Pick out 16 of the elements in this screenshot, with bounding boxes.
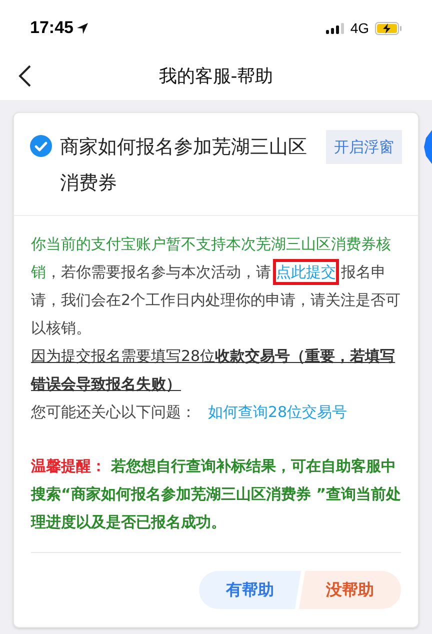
page-title: 我的客服-帮助: [158, 64, 274, 88]
submit-link[interactable]: 点此提交: [273, 259, 339, 285]
related-label: 您可能还关心以下问题：: [31, 402, 196, 423]
helpful-button[interactable]: 有帮助: [199, 571, 301, 609]
network-label: 4G: [350, 18, 369, 38]
floating-service-icon[interactable]: [424, 130, 432, 164]
notice-text: 你当前的支付宝账户暂不支持本次芜湖三山区消费券核销，若你需要报名参与本次活动，请 点此提交 报名申请，我们会在2个工作日内处理你的申请，请关注是否可以核销。: [31, 234, 401, 339]
back-icon[interactable]: [18, 64, 32, 88]
signal-icon: [326, 22, 344, 34]
question-title: 商家如何报名参加芜湖三山区消费券: [60, 135, 308, 196]
tip-text: 温馨提醒： 若您想自行查询补标结果，可在自助客服中搜索“商家如何报名参加芜湖三山区消费券 ”查询当前处理进度以及是否已报名成功。: [31, 456, 401, 533]
float-window-button[interactable]: 开启浮窗: [326, 130, 402, 164]
related-question-link[interactable]: 如何查询28位交易号: [208, 398, 348, 426]
location-arrow-icon: [77, 22, 88, 34]
status-time: 17:45: [30, 17, 74, 40]
not-helpful-button[interactable]: 没帮助: [299, 571, 401, 609]
